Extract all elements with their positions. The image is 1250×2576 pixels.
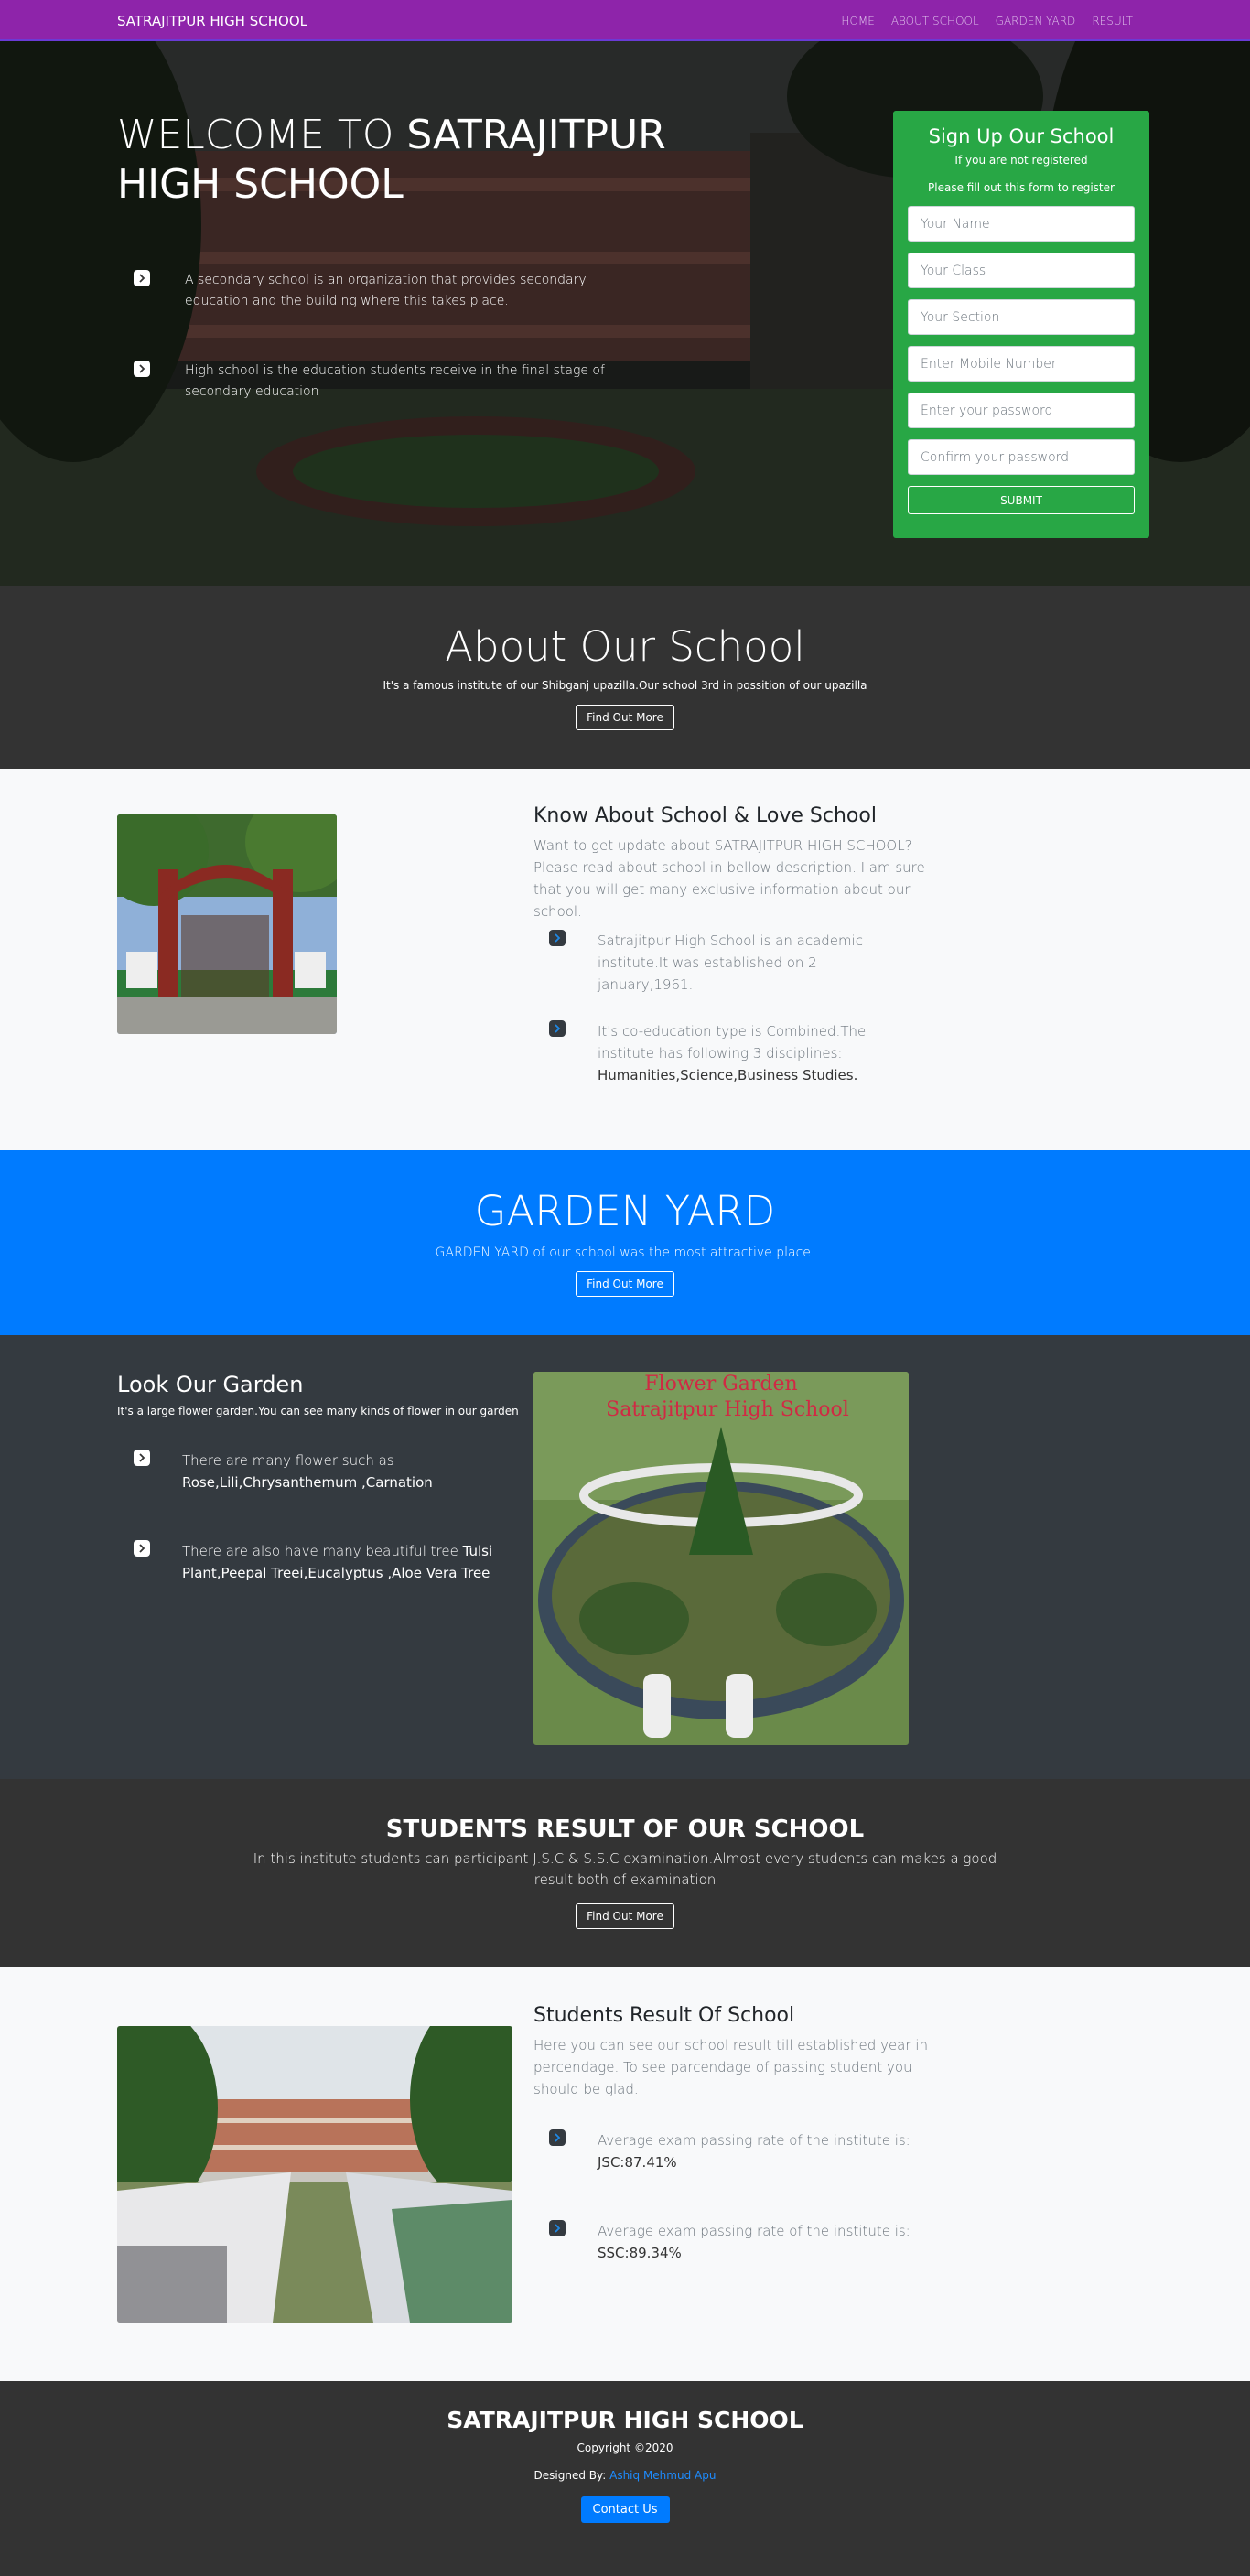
students-result-lead: Here you can see our school result till …: [533, 2037, 928, 2097]
know-about-lead: Want to get update about SATRAJITPUR HIG…: [533, 837, 925, 920]
ssc-rate: SSC:89.34%: [598, 2245, 682, 2261]
mobile-input[interactable]: [908, 346, 1135, 382]
result-band-title: STUDENTS RESULT OF OUR SCHOOL: [385, 1816, 865, 1843]
garden-item-2: There are also have many beautiful tree …: [134, 1540, 500, 1584]
hero-feature-text: A secondary school is an organization th…: [185, 273, 587, 308]
brand-link[interactable]: SATRAJITPUR HIGH SCHOOL: [117, 13, 307, 29]
students-result-section: Students Result Of School Here you can s…: [0, 1967, 1250, 2381]
flower-list-text: Rose,Lili,Chrysanthemum ,Carnation: [182, 1474, 433, 1491]
garden-item-2-text: There are also have many beautiful tree: [182, 1543, 463, 1559]
result-band-text: In this institute students can participa…: [253, 1850, 997, 1888]
hero-title-welcome: WELCOME TO: [117, 112, 407, 158]
school-gate-photo: [117, 814, 337, 1034]
hero-section: WELCOME TO SATRAJITPUR HIGH SCHOOL A sec…: [0, 41, 1250, 586]
nav-link-garden[interactable]: GARDEN YARD: [996, 15, 1076, 27]
designed-by-label: Designed By:: [533, 2469, 610, 2482]
garden-yard-title: GARDEN YARD: [474, 1187, 776, 1235]
footer-title: SATRAJITPUR HIGH SCHOOL: [447, 2407, 803, 2433]
hero-feature-text: High school is the education students re…: [185, 363, 605, 399]
footer: SATRAJITPUR HIGH SCHOOL Copyright ©2020 …: [0, 2381, 1250, 2576]
class-input[interactable]: [908, 253, 1135, 288]
about-band: About Our School It's a famous institute…: [0, 586, 1250, 769]
result-band: STUDENTS RESULT OF OUR SCHOOL In this in…: [0, 1779, 1250, 1967]
designer-link[interactable]: Ashiq Mehmud Apu: [609, 2469, 716, 2482]
look-garden-title: Look Our Garden: [117, 1372, 304, 1397]
signup-subtitle: If you are not registered: [954, 154, 1088, 167]
nav-link-result[interactable]: RESULT: [1092, 15, 1133, 27]
chevron-right-icon: [549, 1020, 566, 1037]
nav-link-home[interactable]: HOME: [841, 15, 874, 27]
name-input[interactable]: [908, 206, 1135, 242]
about-find-out-button[interactable]: Find Out More: [576, 705, 674, 730]
contact-us-button[interactable]: Contact Us: [580, 2496, 670, 2523]
garden-item-1-text: There are many flower such as: [182, 1452, 394, 1469]
chevron-right-icon: [134, 270, 150, 286]
chevron-right-icon: [549, 2129, 566, 2146]
password-input[interactable]: [908, 393, 1135, 428]
signup-instruction: Please fill out this form to register: [928, 181, 1115, 194]
students-result-text: Students Result Of School Here you can s…: [533, 2003, 941, 2100]
chevron-right-icon: [549, 2220, 566, 2236]
flower-garden-photo: Flower Garden Satrajitpur High School: [533, 1372, 909, 1745]
hero-feature-2: High school is the education students re…: [134, 361, 646, 403]
chevron-right-icon: [549, 930, 566, 946]
footer-designed-by: Designed By: Ashiq Mehmud Apu: [0, 2469, 1250, 2482]
garden-yard-text: GARDEN YARD of our school was the most a…: [435, 1245, 815, 1260]
footer-copyright: Copyright ©2020: [577, 2441, 673, 2454]
know-item-text: Satrajitpur High School is an academic i…: [598, 932, 864, 993]
know-about-text: Know About School & Love School Want to …: [533, 803, 941, 922]
nav-links: HOME ABOUT SCHOOL GARDEN YARD RESULT: [841, 15, 1133, 27]
know-item-2: It's co-education type is Combined.The i…: [549, 1020, 915, 1086]
chevron-right-icon: [134, 361, 150, 377]
about-text: It's a famous institute of our Shibganj …: [383, 679, 867, 692]
disciplines-text: Humanities,Science,Business Studies.: [598, 1067, 858, 1083]
section-input[interactable]: [908, 299, 1135, 335]
jsc-label: Average exam passing rate of the institu…: [598, 2132, 911, 2149]
look-garden-text: Look Our Garden It's a large flower gard…: [117, 1372, 520, 1417]
result-find-out-button[interactable]: Find Out More: [576, 1903, 674, 1929]
nav-link-about[interactable]: ABOUT SCHOOL: [891, 15, 979, 27]
signup-form: Sign Up Our School If you are not regist…: [893, 111, 1149, 538]
know-item-2-text: It's co-education type is Combined.The i…: [598, 1023, 867, 1062]
look-garden-section: Look Our Garden It's a large flower gard…: [0, 1335, 1250, 1779]
garden-item-text: There are many flower such as Rose,Lili,…: [182, 1450, 433, 1493]
know-about-section: Know About School & Love School Want to …: [0, 769, 1250, 1150]
hero-feature-1: A secondary school is an organization th…: [134, 270, 646, 312]
result-item-text: Average exam passing rate of the institu…: [598, 2129, 911, 2173]
students-assembly-photo: [117, 2026, 512, 2323]
students-result-title: Students Result Of School: [533, 2004, 795, 2027]
chevron-right-icon: [134, 1540, 150, 1557]
photo-caption-school: Satrajitpur High School: [606, 1398, 849, 1421]
top-navbar: SATRAJITPUR HIGH SCHOOL HOME ABOUT SCHOO…: [0, 0, 1250, 41]
result-item-jsc: Average exam passing rate of the institu…: [549, 2129, 915, 2173]
garden-find-out-button[interactable]: Find Out More: [576, 1271, 674, 1297]
submit-button[interactable]: SUBMIT: [908, 486, 1135, 514]
result-item-ssc: Average exam passing rate of the institu…: [549, 2220, 915, 2264]
about-title: About Our School: [445, 622, 805, 671]
garden-item-1: There are many flower such as Rose,Lili,…: [134, 1450, 500, 1493]
hero-title: WELCOME TO SATRAJITPUR HIGH SCHOOL: [117, 111, 666, 210]
look-garden-subtitle: It's a large flower garden.You can see m…: [117, 1405, 519, 1417]
garden-item-text: There are also have many beautiful tree …: [182, 1540, 500, 1584]
ssc-label: Average exam passing rate of the institu…: [598, 2223, 911, 2239]
chevron-right-icon: [134, 1450, 150, 1466]
photo-caption-flower-garden: Flower Garden: [644, 1373, 797, 1396]
confirm-password-input[interactable]: [908, 439, 1135, 475]
know-item-1: Satrajitpur High School is an academic i…: [549, 930, 915, 996]
know-item-text: It's co-education type is Combined.The i…: [598, 1020, 915, 1086]
result-item-text: Average exam passing rate of the institu…: [598, 2220, 911, 2264]
garden-yard-band: GARDEN YARD GARDEN YARD of our school wa…: [0, 1150, 1250, 1335]
signup-title: Sign Up Our School: [928, 125, 1115, 147]
jsc-rate: JSC:87.41%: [598, 2154, 677, 2171]
know-about-title: Know About School & Love School: [533, 804, 877, 827]
